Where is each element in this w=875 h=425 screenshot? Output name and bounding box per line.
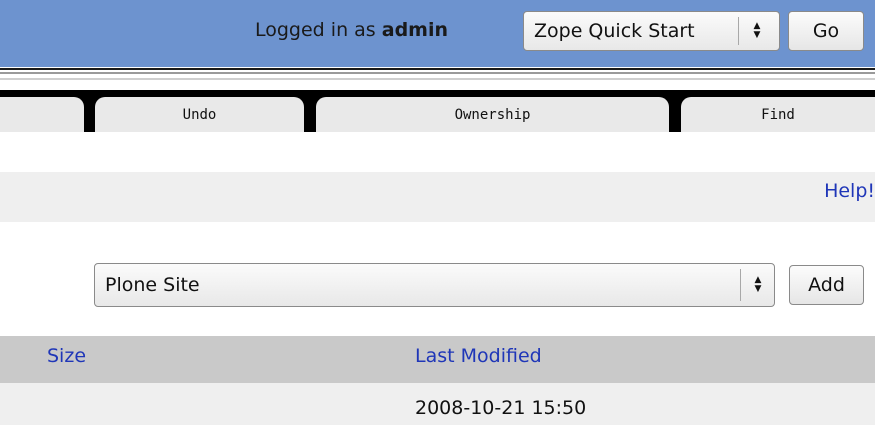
updown-arrows-icon: ▲ ▼ bbox=[754, 275, 762, 294]
tab-ownership[interactable]: Ownership bbox=[316, 97, 669, 132]
select-divider bbox=[740, 269, 741, 301]
add-button-label: Add bbox=[808, 274, 845, 296]
column-header-size[interactable]: Size bbox=[47, 345, 86, 367]
tab-ownership-label: Ownership bbox=[454, 106, 531, 123]
select-divider bbox=[738, 17, 739, 45]
help-link[interactable]: Help! bbox=[824, 180, 875, 202]
zope-management-page: Logged in as admin Zope Quick Start ▲ ▼ G… bbox=[0, 0, 875, 425]
tab-undo[interactable]: Undo bbox=[95, 97, 304, 132]
tab-find-label: Find bbox=[761, 106, 795, 123]
tab-partial[interactable] bbox=[0, 97, 84, 132]
add-type-select[interactable]: Plone Site ▲ ▼ bbox=[94, 263, 775, 307]
column-header-last-modified[interactable]: Last Modified bbox=[415, 345, 542, 367]
add-button[interactable]: Add bbox=[789, 265, 864, 305]
header-divider bbox=[0, 67, 875, 90]
tab-strip: Undo Ownership Find bbox=[0, 90, 875, 132]
help-bar bbox=[0, 172, 875, 222]
go-button[interactable]: Go bbox=[788, 11, 864, 51]
login-status: Logged in as admin bbox=[255, 19, 448, 41]
go-button-label: Go bbox=[812, 20, 840, 42]
tab-find[interactable]: Find bbox=[681, 97, 875, 132]
row-last-modified-cell: 2008-10-21 15:50 bbox=[415, 397, 587, 419]
add-type-select-value: Plone Site bbox=[105, 274, 200, 296]
login-username: admin bbox=[381, 19, 449, 41]
updown-arrows-icon: ▲ ▼ bbox=[753, 21, 761, 40]
tab-undo-label: Undo bbox=[182, 106, 217, 123]
login-prefix: Logged in as bbox=[255, 19, 376, 41]
quick-start-select[interactable]: Zope Quick Start ▲ ▼ bbox=[523, 11, 780, 51]
quick-start-select-value: Zope Quick Start bbox=[534, 20, 695, 42]
